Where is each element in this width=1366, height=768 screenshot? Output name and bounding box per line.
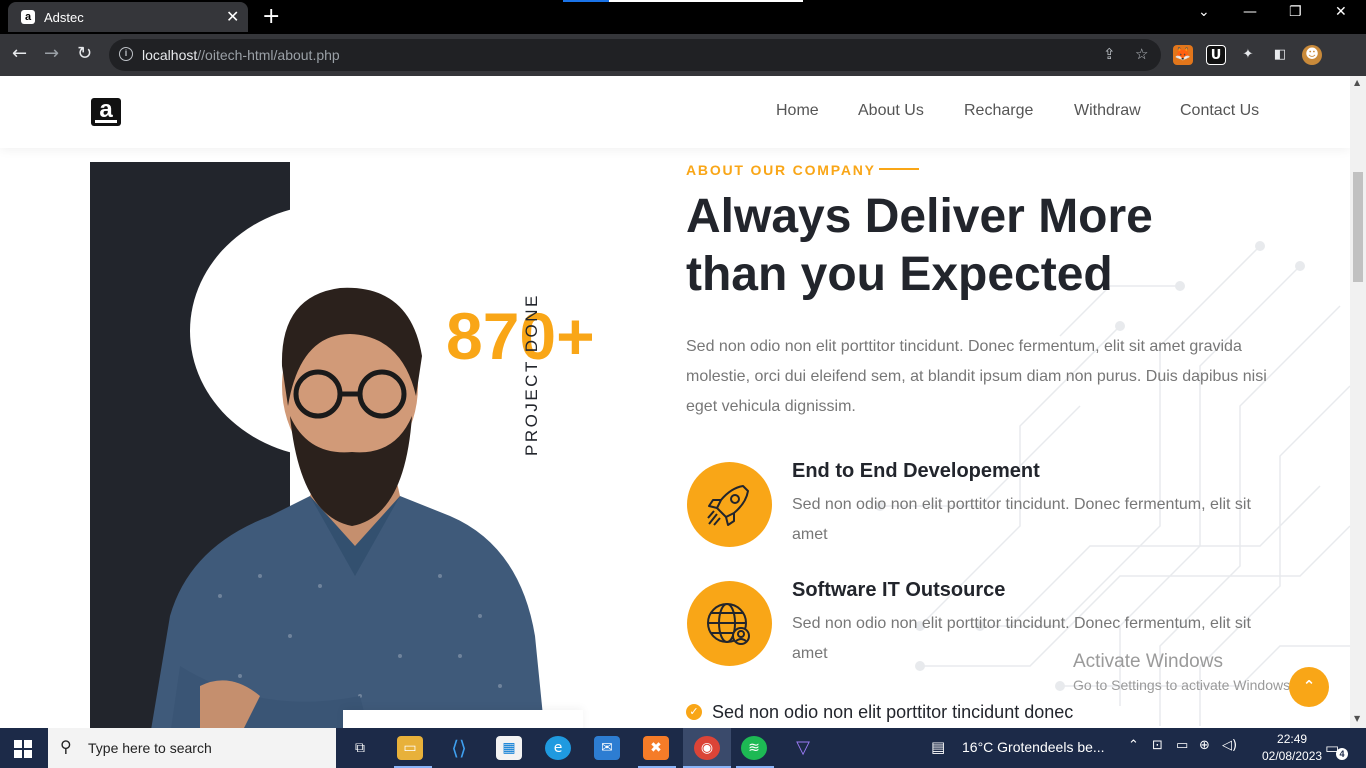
windows-start-icon[interactable] [14, 740, 32, 758]
profile-avatar[interactable]: ☻ [1302, 45, 1322, 65]
device-icon[interactable]: ⊡ [1152, 738, 1163, 753]
weather-icon[interactable]: ▤ [931, 738, 945, 756]
scroll-up-arrow-icon[interactable]: ▲ [1354, 78, 1360, 87]
mail-icon[interactable]: ✉ [594, 736, 620, 760]
watermark-line-1: Activate Windows [1073, 651, 1223, 672]
page-viewport: a Home About Us Recharge Withdraw Contac… [0, 76, 1350, 728]
projects-counter-label: PROJECT DONE [522, 293, 541, 456]
tray-chevron-up-icon[interactable]: ⌃ [1128, 738, 1139, 753]
heading-line-2: than you Expected [686, 248, 1113, 301]
feature-1-text: Sed non odio non elit porttitor tincidun… [792, 496, 1251, 543]
url-text[interactable]: localhost//oitech-html/about.php [142, 47, 340, 63]
edge-browser-icon[interactable]: e [545, 736, 571, 760]
tab-loading-bar [563, 0, 803, 2]
vpn-app-icon[interactable]: ▽ [790, 736, 816, 760]
spotify-icon[interactable]: ≋ [741, 736, 767, 760]
bookmark-star-icon[interactable]: ☆ [1135, 45, 1148, 63]
address-bar[interactable]: i localhost//oitech-html/about.php ⇪ ☆ [109, 39, 1161, 71]
forward-button[interactable]: → [44, 43, 59, 64]
file-explorer-icon[interactable]: ▭ [397, 736, 423, 760]
browser-tab-strip: a Adstec ✕ + ⌄ — ❐ ✕ [0, 0, 1366, 34]
url-host: localhost [142, 47, 198, 63]
extensions-puzzle-icon[interactable]: ✦ [1238, 45, 1258, 65]
nav-about-us[interactable]: About Us [858, 102, 924, 120]
share-icon[interactable]: ⇪ [1103, 45, 1116, 63]
reload-button[interactable]: ↻ [77, 43, 92, 64]
back-button[interactable]: ← [12, 43, 27, 64]
scrollbar-thumb[interactable] [1353, 172, 1363, 282]
xampp-icon[interactable]: ✖ [643, 736, 669, 760]
nav-recharge[interactable]: Recharge [964, 102, 1033, 120]
section-eyebrow: ABOUT OUR COMPANY [686, 162, 876, 178]
url-path: //oitech-html/about.php [197, 47, 340, 63]
clock-date: 02/08/2023 [1262, 749, 1323, 763]
site-info-icon[interactable]: i [119, 47, 133, 61]
weather-text[interactable]: 16°C Grotendeels be... [962, 739, 1105, 755]
tab-search-dropdown-icon[interactable]: ⌄ [1198, 4, 1210, 20]
ublock-extension-icon[interactable]: U [1206, 45, 1226, 65]
metamask-extension-icon[interactable]: 🦊 [1173, 45, 1193, 65]
feature-1-title: End to End Developement [792, 460, 1040, 482]
eyebrow-divider [879, 168, 919, 170]
taskbar-search-box[interactable]: ⚲ Type here to search [48, 728, 336, 768]
feature-2-title: Software IT Outsource [792, 579, 1006, 601]
page-scrollbar[interactable]: ▲ ▼ [1350, 76, 1366, 728]
side-panel-icon[interactable]: ◧ [1270, 45, 1290, 65]
windows-taskbar: ⚲ Type here to search ⧉ ▭ ⟨⟩ ▦ e ✉ ✖ ◉ ≋… [0, 728, 1366, 768]
restore-button[interactable]: ❐ [1289, 4, 1302, 20]
task-view-icon[interactable]: ⧉ [347, 736, 373, 760]
site-favicon-icon: a [21, 10, 35, 24]
site-header: a Home About Us Recharge Withdraw Contac… [0, 76, 1350, 148]
white-overlay-card [343, 710, 583, 728]
network-globe-icon[interactable]: ⊕ [1199, 738, 1210, 753]
volume-icon[interactable]: ◁) [1222, 738, 1237, 753]
feature-2-badge [687, 581, 772, 666]
search-icon: ⚲ [60, 737, 72, 756]
chrome-icon[interactable]: ◉ [694, 736, 720, 760]
nav-withdraw[interactable]: Withdraw [1074, 102, 1141, 120]
heading-line-1: Always Deliver More [686, 190, 1153, 243]
browser-toolbar: ← → ↻ i localhost//oitech-html/about.php… [0, 34, 1366, 76]
site-logo[interactable]: a [91, 98, 121, 126]
watermark-line-2: Go to Settings to activate Windows. [1073, 677, 1294, 693]
scroll-to-top-button[interactable]: ⌃ [1289, 667, 1329, 707]
feature-1-badge [687, 462, 772, 547]
tab-close-icon[interactable]: ✕ [226, 7, 239, 26]
battery-icon[interactable]: ▭ [1176, 738, 1188, 753]
section-heading: Always Deliver More than you Expected [686, 188, 1286, 304]
check-circle-icon: ✓ [686, 704, 702, 720]
nav-contact-us[interactable]: Contact Us [1180, 102, 1259, 120]
scroll-down-arrow-icon[interactable]: ▼ [1354, 714, 1360, 723]
team-member-photo [151, 287, 545, 728]
minimize-button[interactable]: — [1243, 4, 1257, 20]
vscode-icon[interactable]: ⟨⟩ [446, 736, 472, 760]
window-close-button[interactable]: ✕ [1335, 4, 1347, 20]
globe-user-icon [707, 603, 750, 645]
browser-tab[interactable]: a Adstec ✕ [8, 2, 248, 32]
nav-home[interactable]: Home [776, 102, 819, 120]
clock-time: 22:49 [1277, 732, 1308, 746]
tab-title: Adstec [44, 10, 84, 25]
rocket-icon [707, 485, 749, 526]
taskbar-search-placeholder: Type here to search [88, 740, 212, 756]
checklist-item: Sed non odio non elit porttitor tincidun… [712, 702, 1074, 722]
projects-counter: 870+ [446, 299, 595, 373]
microsoft-store-icon[interactable]: ▦ [496, 736, 522, 760]
section-lead-text: Sed non odio non elit porttitor tincidun… [686, 338, 1267, 415]
notification-count-badge: 4 [1336, 748, 1348, 760]
taskbar-clock[interactable]: 22:49 02/08/2023 [1262, 731, 1322, 765]
new-tab-button[interactable]: + [262, 4, 280, 29]
activate-windows-watermark: Activate Windows Go to Settings to activ… [1073, 651, 1294, 693]
